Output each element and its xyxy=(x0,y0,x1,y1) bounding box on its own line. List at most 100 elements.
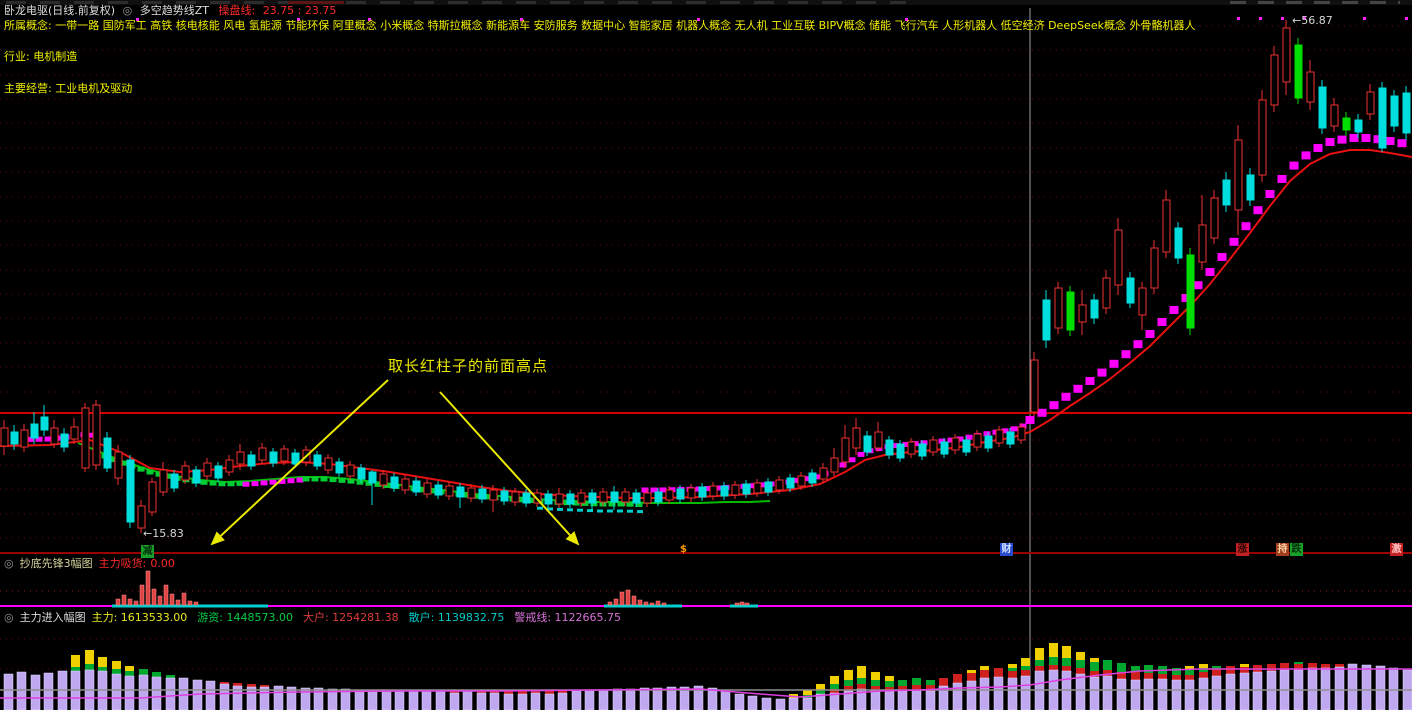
sub2-bar-body xyxy=(926,691,935,710)
candle-body xyxy=(556,494,563,504)
sub1-histogram-bar xyxy=(638,600,642,605)
sub2-bar-body xyxy=(994,677,1003,710)
sub2-bar-body xyxy=(871,690,880,710)
sub2-bar-body xyxy=(1131,680,1140,710)
candle-body xyxy=(1247,175,1254,200)
candle-body xyxy=(842,438,849,462)
candle-body xyxy=(501,491,508,501)
candle-body xyxy=(204,463,211,476)
sub2-bar-red-cap xyxy=(857,684,866,689)
sub2-bar-yellow-cap xyxy=(1008,664,1017,668)
candle-body xyxy=(1151,248,1158,288)
sub2-bar-red-cap xyxy=(967,673,976,681)
sub2-bar-red-cap xyxy=(1185,675,1194,680)
candle-body xyxy=(435,485,442,495)
trend-ribbon-block xyxy=(1254,206,1263,214)
trend-ribbon-block xyxy=(1086,377,1095,385)
sub2-bar-yellow-cap xyxy=(857,666,866,678)
candle-body xyxy=(41,417,48,430)
trend-ribbon-block xyxy=(1398,139,1407,147)
candle-body xyxy=(952,438,959,450)
candle-body xyxy=(1043,300,1050,340)
trend-ribbon-block xyxy=(1230,238,1239,246)
trend-ribbon-block xyxy=(1122,350,1131,358)
top-signal-dot xyxy=(1363,17,1366,20)
top-signal-dot xyxy=(1259,17,1262,20)
trend-ribbon-block xyxy=(1386,137,1395,145)
collapse-icon[interactable]: ◎ xyxy=(123,5,133,17)
candle-body xyxy=(71,427,78,439)
sub2-bar-green-cap xyxy=(1035,660,1044,666)
candle-body xyxy=(1055,288,1062,328)
candle-body xyxy=(237,452,244,464)
sub2-bar-red-cap xyxy=(1131,672,1140,680)
sub1-histogram-bar xyxy=(164,585,168,605)
sub2-bar-body xyxy=(803,698,812,710)
candle-body xyxy=(710,486,717,496)
sub2-bar-red-cap xyxy=(1158,674,1167,679)
candle-body xyxy=(1211,198,1218,238)
candle-body xyxy=(1283,28,1290,82)
sub2-bar-red-cap xyxy=(1308,663,1317,668)
candle-body xyxy=(270,452,277,463)
candle-body xyxy=(347,465,354,476)
sub2-bar-body xyxy=(139,675,148,710)
business-value: 工业电机及驱动 xyxy=(55,82,132,95)
candle-body xyxy=(1091,300,1098,318)
panel3-title[interactable]: 主力进入幅图 xyxy=(20,611,86,624)
sub2-bar-yellow-cap xyxy=(816,684,825,690)
sub2-bar-body xyxy=(1389,668,1398,710)
candle-body xyxy=(776,480,783,490)
trend-ribbon-block xyxy=(261,480,268,485)
candle-body xyxy=(963,440,970,452)
sub2-bar-body xyxy=(613,689,622,710)
sub1-histogram-bar xyxy=(134,601,138,605)
top-signal-dot xyxy=(1405,17,1408,20)
candle-body xyxy=(1007,432,1014,444)
sub2-bar-yellow-cap xyxy=(1090,658,1099,662)
sub2-bar-body xyxy=(490,693,499,710)
sub2-bar-body xyxy=(1348,664,1357,710)
top-signal-dot xyxy=(1281,17,1284,20)
sub2-bar-body xyxy=(1362,665,1371,710)
sub2-bar-body xyxy=(1308,668,1317,710)
candle-body xyxy=(171,474,178,488)
concepts-list[interactable]: 一带一路 国防军工 高铁 核电核能 风电 氢能源 节能环保 阿里概念 小米概念 … xyxy=(55,19,1195,32)
trend-ribbon-block xyxy=(1266,190,1275,198)
industry-row: 行业: 电机制造 xyxy=(4,51,77,63)
sub1-histogram-bar xyxy=(188,601,192,605)
sub2-bar-yellow-cap xyxy=(1062,646,1071,658)
sub2-bar-yellow-cap xyxy=(1240,664,1249,667)
candle-body xyxy=(292,453,299,464)
panel2-collapse-icon[interactable]: ◎ xyxy=(4,557,14,570)
sub2-bar-red-cap xyxy=(1049,665,1058,670)
sub2-bar-body xyxy=(1253,672,1262,710)
sub2-bar-red-cap xyxy=(1076,668,1085,674)
sub2-bar-body xyxy=(382,690,391,710)
trend-ribbon-block xyxy=(243,482,250,487)
candle-body xyxy=(182,466,189,480)
sub1-histogram-bar xyxy=(182,593,186,605)
candle-body xyxy=(666,490,673,500)
industry-value[interactable]: 电机制造 xyxy=(33,50,77,63)
sub2-bar-body xyxy=(1240,673,1249,710)
signal-badge-跌: 跌 xyxy=(1290,543,1303,556)
candle-body xyxy=(325,458,332,470)
trend-ribbon-block xyxy=(303,477,310,482)
candle-body xyxy=(1391,96,1398,126)
sub2-bar-body xyxy=(912,690,921,710)
sub2-bar-red-cap xyxy=(1062,666,1071,671)
sub2-bar-body xyxy=(504,694,513,710)
trend-ribbon-block xyxy=(138,467,145,472)
sub2-bar-body xyxy=(640,688,649,710)
main-chart-canvas[interactable] xyxy=(0,0,1412,710)
sub2-bar-body xyxy=(1226,674,1235,710)
sub2-bar-red-cap xyxy=(558,691,567,693)
candle-body xyxy=(1079,305,1086,322)
sub2-bar-yellow-cap xyxy=(1049,643,1058,657)
panel3-collapse-icon[interactable]: ◎ xyxy=(4,611,14,624)
indicator-name[interactable]: 多空趋势线ZT xyxy=(140,4,209,17)
panel2-title[interactable]: 抄底先锋3幅图 xyxy=(20,557,93,570)
sub2-bar-green-cap xyxy=(1090,662,1099,671)
sub2-bar-body xyxy=(1008,678,1017,710)
